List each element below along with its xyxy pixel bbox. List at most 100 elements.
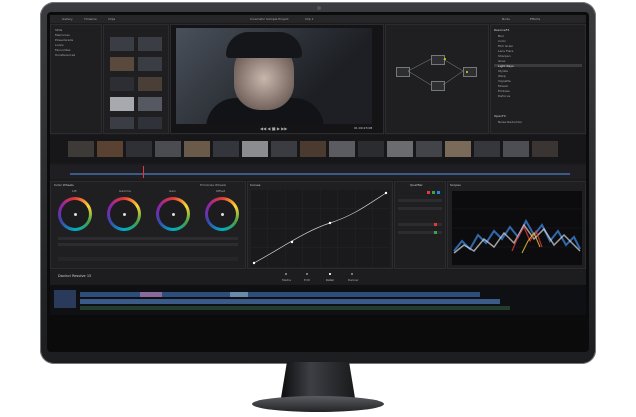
still-thumbnail[interactable]	[110, 37, 134, 51]
header-gallery-tab[interactable]: Gallery	[62, 18, 73, 21]
mini-timeline-track	[70, 173, 570, 175]
clip-thumbnail[interactable]	[126, 141, 152, 157]
clip-thumbnail[interactable]	[300, 141, 326, 157]
qualifier-green-marker[interactable]	[434, 231, 437, 234]
still-thumbnail[interactable]	[110, 117, 134, 129]
still-thumbnail[interactable]	[110, 57, 134, 71]
timeline-audio-track[interactable]	[80, 306, 510, 310]
clip-thumbnail[interactable]	[242, 141, 268, 157]
clip-thumbnail[interactable]	[68, 141, 94, 157]
effect-item[interactable]: Glow	[498, 60, 505, 63]
project-title: Cinematic Sample Project	[250, 17, 289, 21]
app-name-label: Davinci Resolve 15	[58, 274, 92, 278]
clip-thumbnail[interactable]	[445, 141, 471, 157]
album-item[interactable]: Unreferenced	[55, 54, 75, 57]
page-tabs-bar	[50, 270, 586, 284]
clip-thumbnail[interactable]	[387, 141, 413, 157]
effect-item[interactable]: Emboss	[498, 90, 510, 93]
timeline-clip[interactable]	[140, 292, 162, 297]
effect-item[interactable]: Mosaic	[498, 85, 508, 88]
viewer-title: Clip 1	[305, 17, 314, 21]
still-thumbnail[interactable]	[138, 57, 162, 71]
clip-thumbnail[interactable]	[97, 141, 123, 157]
lift-wheel-handle[interactable]	[74, 213, 77, 216]
deliver-page-icon[interactable]	[351, 273, 353, 275]
wheel-values-row	[58, 237, 238, 240]
album-item[interactable]: Memories	[55, 34, 70, 37]
viewer-image[interactable]	[176, 28, 372, 124]
clip-thumbnail[interactable]	[213, 141, 239, 157]
color-wheels-title: Color Wheels	[54, 183, 74, 187]
openfx-item[interactable]: Noise Reduction	[498, 121, 522, 124]
page-tab-deliver[interactable]: Deliver	[348, 279, 359, 282]
clip-thumbnail[interactable]	[416, 141, 442, 157]
effect-item[interactable]: Warp	[498, 75, 506, 78]
qualifier-row[interactable]	[398, 207, 442, 210]
page-tab-color[interactable]: Color	[326, 279, 334, 282]
timeline-clip[interactable]	[230, 292, 248, 297]
album-item[interactable]: Looks	[55, 44, 64, 47]
effect-item[interactable]: Vignette	[498, 80, 511, 83]
waveform-scope	[452, 191, 582, 265]
clip-thumbnail[interactable]	[474, 141, 500, 157]
header-effects-tab[interactable]: Effects	[530, 18, 540, 21]
qualifier-red-marker[interactable]	[434, 223, 437, 226]
color-page-icon[interactable]	[329, 273, 331, 275]
clip-thumbnail[interactable]	[155, 141, 181, 157]
gamma-wheel-handle[interactable]	[123, 213, 126, 216]
camera-icon	[317, 6, 321, 10]
timeline-video-track[interactable]	[80, 299, 500, 304]
screen-lower-black	[50, 315, 586, 349]
qualifier-row[interactable]	[398, 199, 442, 202]
album-item[interactable]: PowerGrade	[55, 39, 73, 42]
primaries-label: Primaries Wheels	[200, 183, 226, 187]
album-item[interactable]: Favourites	[55, 49, 70, 52]
timeline-track-header[interactable]	[54, 290, 76, 308]
effect-item[interactable]: Color	[498, 40, 506, 43]
wheel-label-gamma: Gamma	[119, 189, 131, 193]
still-thumbnail[interactable]	[110, 97, 134, 111]
media-page-icon[interactable]	[285, 273, 287, 275]
clip-thumbnail[interactable]	[329, 141, 355, 157]
image-subject-cap	[226, 32, 302, 58]
gain-wheel-handle[interactable]	[172, 213, 175, 216]
effect-item[interactable]: Light Rays	[498, 65, 514, 68]
qualifier-green-swatch[interactable]	[432, 191, 435, 194]
wheel-label-lift: Lift	[72, 189, 77, 193]
still-thumbnail[interactable]	[138, 37, 162, 51]
edit-page-icon[interactable]	[306, 273, 308, 275]
header-clips-tab[interactable]: Clips	[108, 18, 115, 21]
clip-thumbnail[interactable]	[184, 141, 210, 157]
wheel-label-gain: Gain	[169, 189, 176, 193]
qualifier-blue-swatch[interactable]	[437, 191, 440, 194]
viewer-timecode: 01:00:23:08	[354, 126, 373, 130]
still-thumbnail[interactable]	[138, 117, 162, 129]
effect-item[interactable]: Defocus	[498, 95, 510, 98]
clip-thumbnail[interactable]	[532, 141, 558, 157]
page-tab-media[interactable]: Media	[282, 279, 291, 282]
clip-thumbnail[interactable]	[271, 141, 297, 157]
scopes-title: Scopes	[450, 183, 461, 187]
playhead[interactable]	[143, 166, 144, 178]
page-tab-edit[interactable]: Edit	[304, 279, 310, 282]
header-timeline-tab[interactable]: Timeline	[84, 18, 97, 21]
clip-thumbnail[interactable]	[503, 141, 529, 157]
monitor-frame: Gallery Timeline Clips Cinematic Sample …	[40, 2, 596, 364]
mini-timeline[interactable]	[50, 165, 586, 179]
transport-controls-icon[interactable]: ◀◀ ◀ ■ ▶ ▶▶	[260, 127, 287, 131]
effect-item[interactable]: Lens Flare	[498, 50, 513, 53]
header-node-tab[interactable]: Node	[502, 18, 510, 21]
effect-item[interactable]: Sharpen	[498, 55, 511, 58]
still-thumbnail[interactable]	[138, 77, 162, 91]
offset-wheel-handle[interactable]	[221, 213, 224, 216]
effect-item[interactable]: Blur	[498, 35, 504, 38]
wheel-values-row	[58, 243, 238, 246]
still-thumbnail[interactable]	[110, 77, 134, 91]
effect-item[interactable]: Stylize	[498, 70, 508, 73]
album-item[interactable]: Stills	[55, 29, 62, 32]
still-thumbnail[interactable]	[138, 97, 162, 111]
curves-graph[interactable]	[250, 189, 390, 267]
clip-thumbnail[interactable]	[358, 141, 384, 157]
effect-item[interactable]: Film Grain	[498, 45, 513, 48]
qualifier-red-swatch[interactable]	[427, 191, 430, 194]
